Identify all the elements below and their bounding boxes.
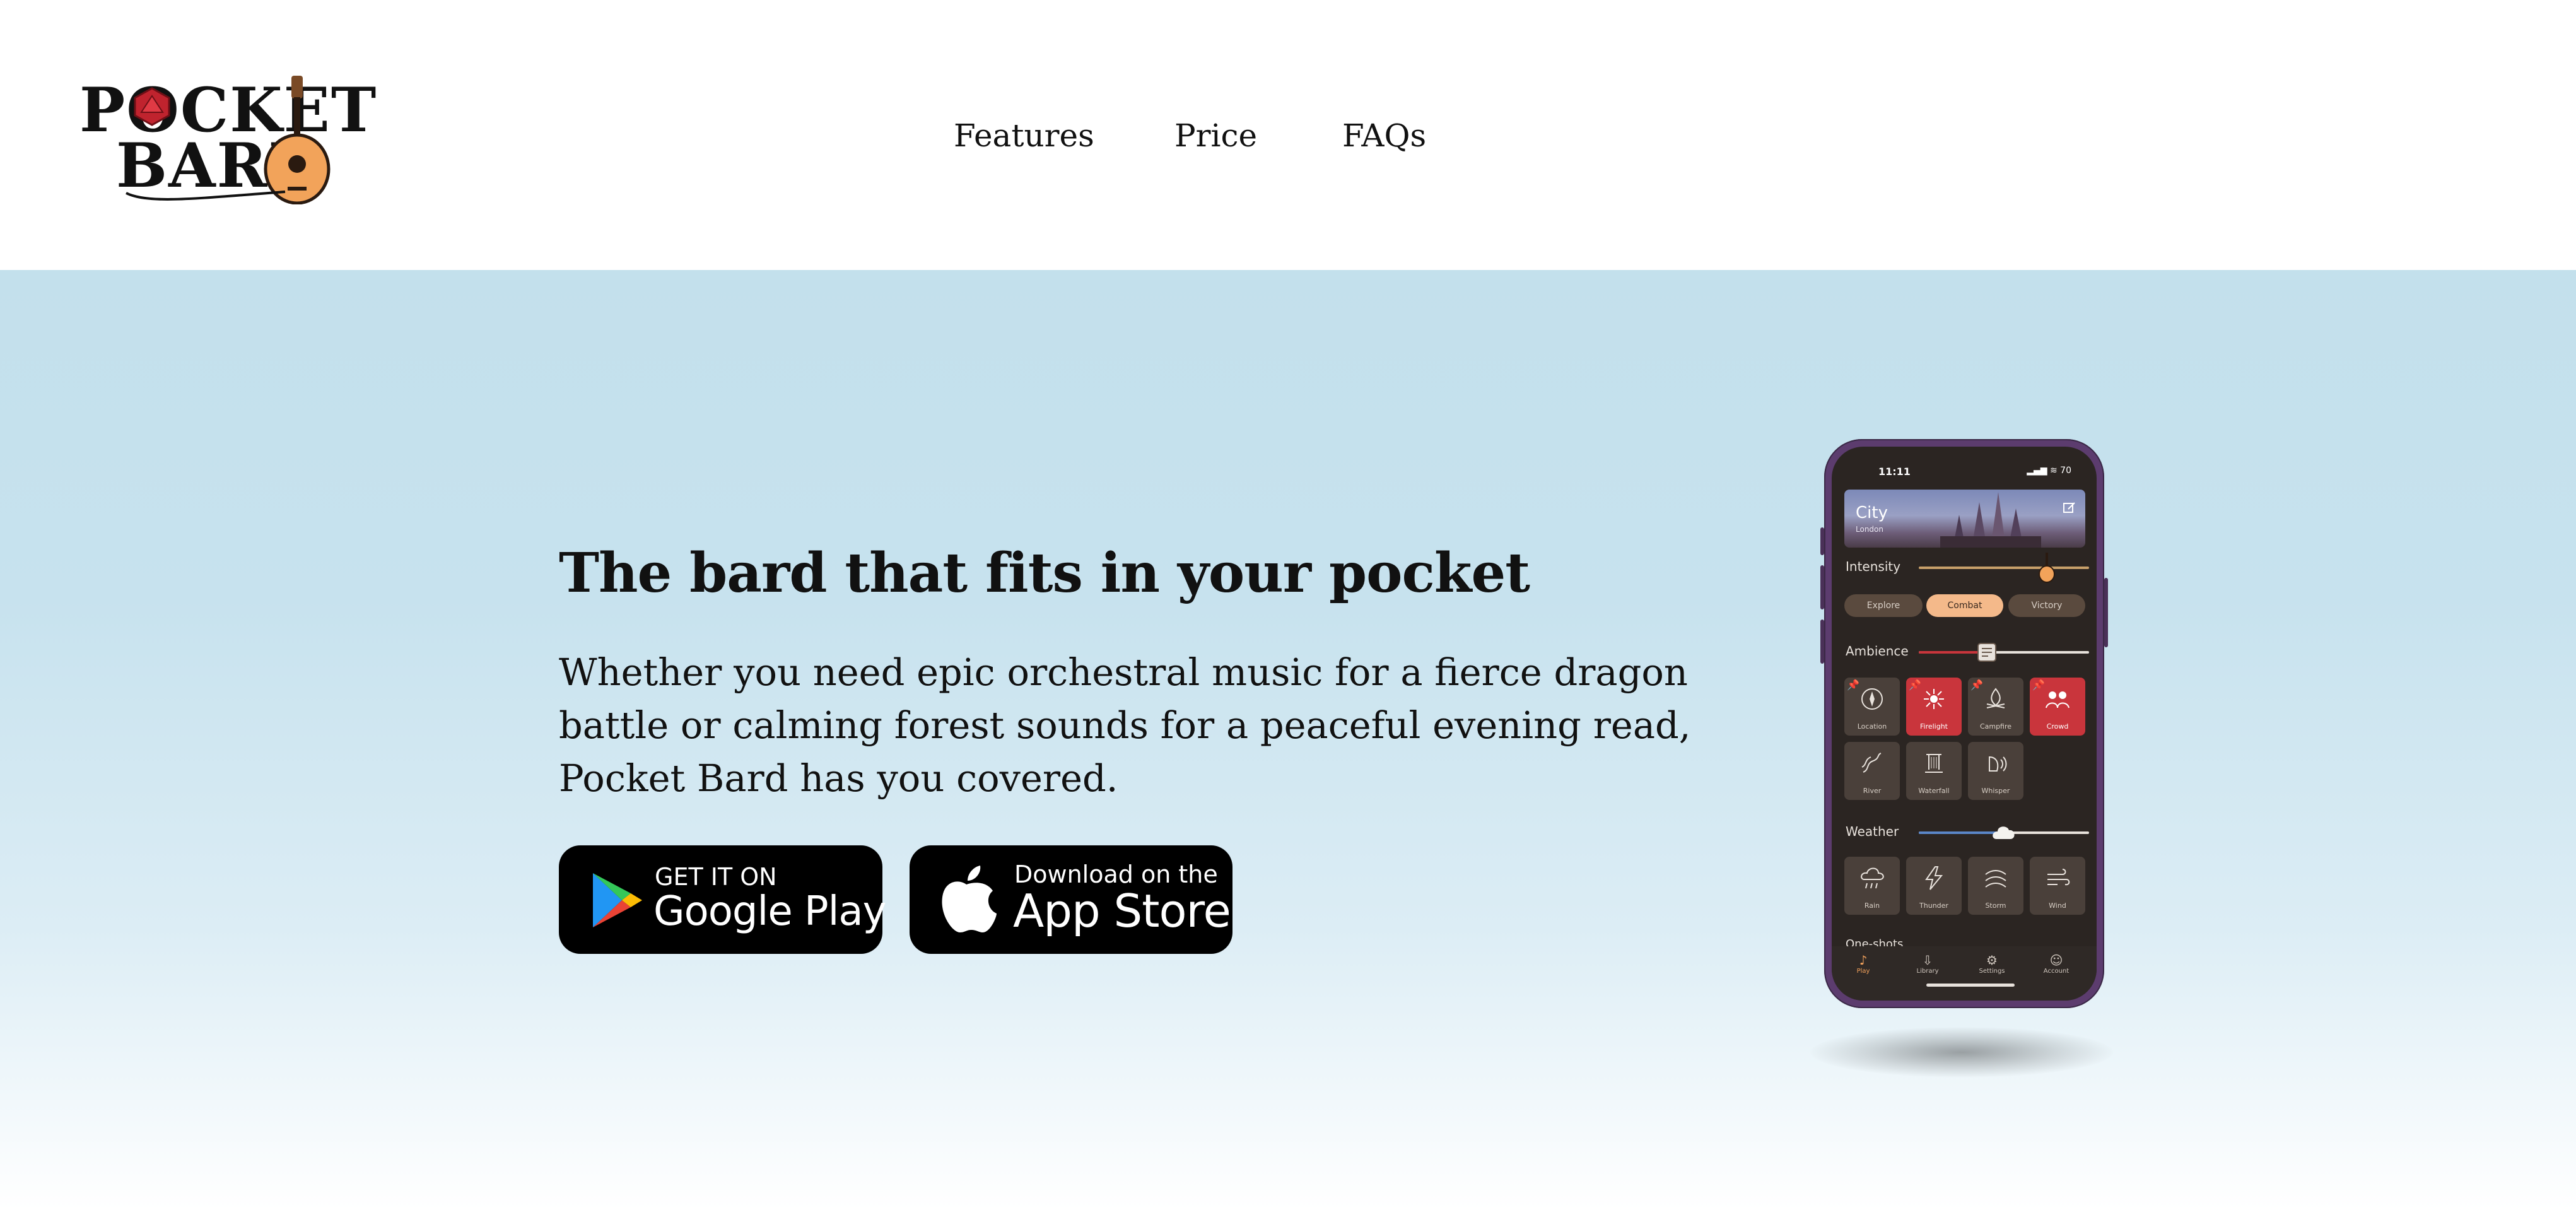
phone-screen: 11:11 ▂▄▆ ≋ 70 City London Intensity Exp… [1832,447,2097,1001]
whisper-icon [1989,756,2007,772]
phone-side-button [1820,565,1824,609]
app-store-big-text: App Store [1013,884,1231,937]
storm-icon [1985,870,2006,888]
hero-title: The bard that fits in your pocket [559,541,1530,605]
tab-label: Account [2043,968,2070,975]
compass-icon [1861,688,1883,710]
crowd-icon [2046,691,2070,708]
phone-side-button [1820,620,1824,664]
download-icon: ⇩ [1922,953,1933,968]
edit-icon[interactable] [2063,501,2076,515]
status-time: 11:11 [1878,466,1911,478]
ambience-tile-campfire[interactable]: 📌 Campfire [1968,678,2023,736]
ambience-tile-crowd[interactable]: 📌 Crowd [2030,678,2085,736]
weather-tile-thunder[interactable]: Thunder [1906,857,1962,915]
ambience-tile-river[interactable]: River [1844,742,1900,800]
intensity-label: Intensity [1846,559,1901,574]
phone-tab-bar: ♪ Play ⇩ Library ⚙ Settings ☺ Account [1832,946,2097,1001]
google-play-big-text: Google Play [653,888,886,935]
firelight-icon [1924,689,1944,709]
gear-icon: ⚙ [1986,953,1998,968]
waterfall-icon [1925,754,1943,773]
cloud-slider-thumb-icon[interactable] [1991,823,2017,842]
mode-pill-explore[interactable]: Explore [1844,594,1923,617]
tile-label: River [1863,787,1882,795]
tile-label: Thunder [1919,902,1948,910]
tile-label: Storm [1985,902,2006,910]
map-slider-thumb-icon[interactable] [1976,641,1998,664]
scene-title: City [1856,503,1888,522]
pin-icon: 📌 [1909,679,1921,691]
ambience-tile-location[interactable]: 📌 Location [1844,678,1900,736]
tab-account[interactable]: ☺ Account [2031,953,2081,975]
tile-label: Campfire [1979,722,2012,731]
phone-side-button [2104,578,2108,647]
person-icon: ☺ [2049,953,2063,968]
campfire-icon [1986,688,2005,708]
pin-icon: 📌 [1847,679,1859,691]
tile-label: Rain [1864,902,1880,910]
phone-mockup: 11:11 ▂▄▆ ≋ 70 City London Intensity Exp… [1820,439,2108,1008]
hero-section: The bard that fits in your pocket Whethe… [0,270,2576,1210]
tab-library[interactable]: ⇩ Library [1902,953,1953,975]
wind-icon [2047,869,2070,886]
apple-icon [942,866,997,932]
ambience-label: Ambience [1846,643,1909,659]
tab-label: Settings [1979,968,2005,975]
site-header: POCKET BARD Features Price FAQs [0,0,2576,270]
ambience-tile-whisper[interactable]: Whisper [1968,742,2023,800]
home-indicator [1926,984,2015,987]
ambience-tile-firelight[interactable]: 📌 Firelight [1906,678,1962,736]
tile-label: Wind [2049,902,2066,910]
ambience-tile-waterfall[interactable]: Waterfall [1906,742,1962,800]
status-icons: ▂▄▆ ≋ 70 [2027,466,2071,476]
intensity-slider[interactable] [1919,567,2089,569]
pin-icon: 📌 [2032,679,2045,691]
nav-features-link[interactable]: Features [954,117,1094,154]
logo-swash-decoration [126,191,286,201]
pin-icon: 📌 [1970,679,1983,691]
tab-play[interactable]: ♪ Play [1838,953,1888,975]
weather-tile-rain[interactable]: Rain [1844,857,1900,915]
phone-side-button [1820,527,1824,555]
hero-description: Whether you need epic orchestral music f… [559,650,1691,800]
river-icon [1861,753,1882,773]
scene-banner[interactable]: City London [1844,490,2085,548]
tab-label: Library [1916,968,1939,975]
weather-label: Weather [1846,824,1899,839]
rain-icon [1861,867,1884,889]
phone-shadow [1810,1027,2113,1078]
weather-tile-wind[interactable]: Wind [2030,857,2085,915]
tab-settings[interactable]: ⚙ Settings [1967,953,2017,975]
tile-label: Crowd [2046,722,2069,731]
lute-slider-thumb-icon[interactable] [2038,553,2056,583]
nav-faqs-link[interactable]: FAQs [1342,117,1426,154]
weather-tile-storm[interactable]: Storm [1968,857,2023,915]
google-play-button[interactable]: GET IT ON Google Play [559,845,886,954]
nav-price-link[interactable]: Price [1174,117,1257,154]
d20-dice-icon [134,87,170,126]
mode-pill-combat[interactable]: Combat [1926,594,2003,617]
app-store-button[interactable]: Download on the App Store [910,845,1232,954]
tile-label: Firelight [1919,722,1948,731]
scene-subtitle: London [1856,525,1883,534]
tile-label: Whisper [1981,787,2010,795]
google-play-small-text: GET IT ON [655,863,777,891]
tab-label: Play [1856,968,1870,975]
lightning-icon [1925,866,1943,890]
tile-label: Waterfall [1918,787,1950,795]
google-play-icon [593,873,642,927]
music-note-icon: ♪ [1859,953,1868,968]
castle-icon [1940,492,2041,548]
tile-label: Location [1857,722,1887,731]
mode-pill-victory[interactable]: Victory [2008,594,2085,617]
pocket-bard-logo[interactable]: POCKET BARD [79,74,376,204]
